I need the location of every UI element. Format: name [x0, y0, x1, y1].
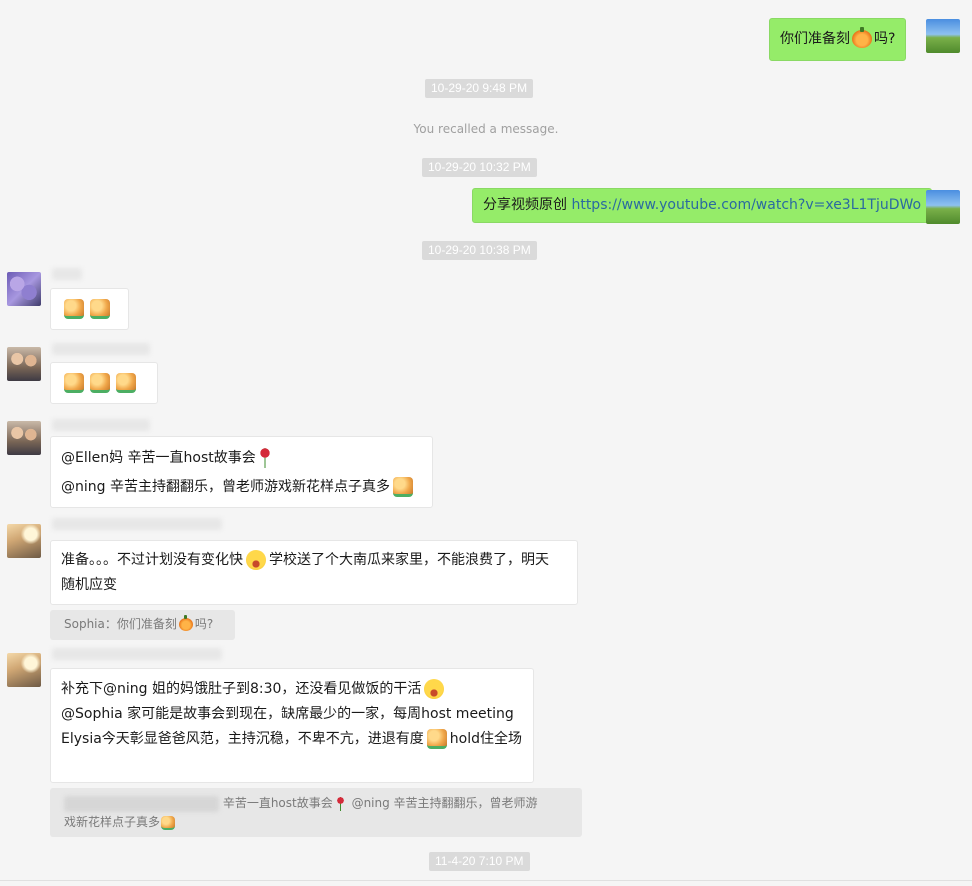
input-toolbar-edge [0, 880, 972, 886]
sender-name [52, 648, 222, 660]
message-text: 分享视频原创 [483, 197, 567, 213]
message-text: 学校送了个大南瓜来家里，不能浪费了，明天 [269, 552, 549, 568]
timestamp: 11-4-20 7:10 PM [429, 852, 530, 871]
quote-text: 辛苦一直host故事会 [222, 796, 333, 810]
message-line: 补充下@ning 姐的妈饿肚子到8:30，还没看见做饭的干活 [61, 677, 523, 702]
received-message-bubble[interactable]: @Ellen妈 辛苦一直host故事会 @ning 辛苦主持翻翻乐，曾老师游戏新… [50, 436, 433, 508]
message-text: hold住全场 [449, 731, 523, 747]
message-text: 补充下@ning 姐的妈饿肚子到8:30，还没看见做饭的干活 [61, 681, 422, 697]
thumbs-up-icon [116, 373, 136, 393]
thumbs-up-icon [64, 299, 84, 319]
received-message-bubble[interactable]: 补充下@ning 姐的妈饿肚子到8:30，还没看见做饭的干活 @Sophia 家… [50, 668, 534, 783]
message-line: Elysia今天彰显爸爸风范，主持沉稳，不卑不亢，进退有度 hold住全场 [61, 727, 523, 752]
contact-avatar[interactable] [7, 272, 41, 306]
rose-icon [258, 448, 271, 468]
message-text: 你们准备刻 [780, 31, 850, 47]
pumpkin-icon [852, 27, 872, 48]
tears-of-joy-icon [246, 550, 266, 570]
quoted-message[interactable]: Sophia：你们准备刻 吗? [50, 610, 235, 640]
rose-icon [335, 796, 345, 811]
thumbs-up-icon [90, 373, 110, 393]
timestamp: 10-29-20 9:48 PM [425, 79, 534, 98]
contact-avatar[interactable] [7, 421, 41, 455]
timestamp: 10-29-20 10:38 PM [422, 241, 537, 260]
received-message-bubble[interactable]: 准备。。。不过计划没有变化快 学校送了个大南瓜来家里，不能浪费了，明天 随机应变 [50, 540, 578, 605]
sender-name [52, 419, 150, 431]
quote-text: Sophia：你们准备刻 [64, 617, 177, 631]
contact-avatar[interactable] [7, 653, 41, 687]
message-line: @Ellen妈 辛苦一直host故事会 [61, 444, 422, 473]
message-line: @Sophia 家可能是故事会到现在，缺席最少的一家，每周host meetin… [61, 706, 514, 722]
message-text: 准备。。。不过计划没有变化快 [61, 552, 243, 568]
message-text: Elysia今天彰显爸爸风范，主持沉稳，不卑不亢，进退有度 [61, 731, 424, 747]
received-message-bubble[interactable] [50, 288, 129, 330]
recalled-notice: You recalled a message. [413, 122, 559, 136]
message-text: @Ellen妈 辛苦一直host故事会 [61, 450, 256, 466]
pumpkin-icon [178, 615, 193, 631]
quote-text: @ning 辛苦主持翻翻乐，曾老师游 [351, 796, 538, 810]
received-message-bubble[interactable] [50, 362, 158, 404]
my-avatar[interactable] [926, 190, 960, 224]
message-text: 吗? [874, 31, 896, 47]
contact-avatar[interactable] [7, 524, 41, 558]
quote-text: 吗? [194, 617, 214, 631]
thumbs-up-icon [64, 373, 84, 393]
youtube-link[interactable]: https://www.youtube.com/watch?v=xe3L1Tju… [571, 197, 921, 213]
blurred-name [64, 795, 219, 812]
message-line: 随机应变 [61, 577, 117, 593]
sent-message-bubble[interactable]: 你们准备刻 吗? [769, 18, 907, 61]
message-line: 准备。。。不过计划没有变化快 学校送了个大南瓜来家里，不能浪费了，明天 [61, 548, 567, 573]
sender-name [52, 518, 222, 530]
tears-of-joy-icon [424, 679, 445, 699]
sent-message-bubble[interactable]: 分享视频原创 https://www.youtube.com/watch?v=x… [472, 188, 933, 223]
message-line: @ning 辛苦主持翻翻乐，曾老师游戏新花样点子真多 [61, 473, 422, 502]
quoted-message[interactable]: 辛苦一直host故事会 @ning 辛苦主持翻翻乐，曾老师游 戏新花样点子真多 [50, 788, 582, 837]
sender-name [52, 343, 150, 355]
quote-text: 戏新花样点子真多 [64, 815, 161, 829]
sender-name [52, 268, 82, 280]
thumbs-up-icon [426, 729, 447, 749]
contact-avatar[interactable] [7, 347, 41, 381]
message-text: @ning 辛苦主持翻翻乐，曾老师游戏新花样点子真多 [61, 479, 390, 495]
thumbs-up-icon [90, 299, 110, 319]
my-avatar[interactable] [926, 19, 960, 53]
timestamp: 10-29-20 10:32 PM [422, 158, 537, 177]
thumbs-up-icon [161, 815, 176, 830]
thumbs-up-icon [392, 477, 413, 497]
